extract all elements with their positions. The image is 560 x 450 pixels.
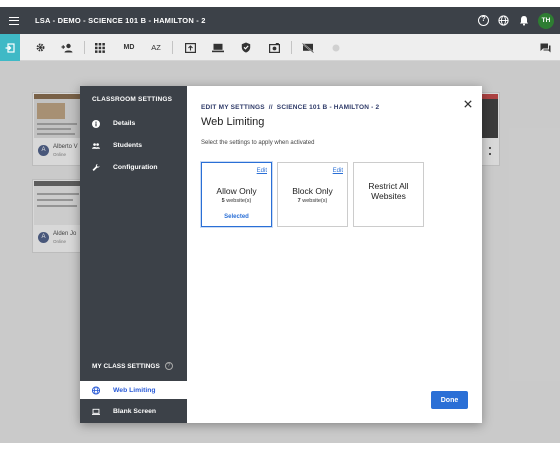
disabled-tool-icon <box>330 42 342 53</box>
sidebar-item-label: Students <box>113 142 143 149</box>
info-icon <box>92 119 100 128</box>
option-count: 5 website(s) <box>221 198 252 204</box>
app-title: LSA - DEMO - SCIENCE 101 B - HAMILTON - … <box>35 16 206 25</box>
sidebar-item-label: Configuration <box>113 164 158 171</box>
blank-screen-off-icon[interactable] <box>302 42 314 53</box>
chat-icon[interactable] <box>539 42 551 53</box>
settings-gear-icon[interactable] <box>34 42 46 53</box>
breadcrumb: EDIT MY SETTINGS // SCIENCE 101 B - HAMI… <box>201 104 380 111</box>
globe-icon[interactable] <box>498 15 509 26</box>
sort-az-button[interactable]: AZ <box>150 42 162 53</box>
sidebar-item-students[interactable]: Students <box>80 137 187 154</box>
sidebar-item-configuration[interactable]: Configuration <box>80 159 187 176</box>
sidebar-item-blank-screen[interactable]: Blank Screen <box>80 403 187 420</box>
page-subtitle: Select the settings to apply when activa… <box>201 140 315 146</box>
app-window: LSA - DEMO - SCIENCE 101 B - HAMILTON - … <box>0 7 560 443</box>
top-bar: LSA - DEMO - SCIENCE 101 B - HAMILTON - … <box>0 7 560 34</box>
globe-icon <box>92 385 100 395</box>
settings-sidebar: CLASSROOM SETTINGS Details Students Conf… <box>80 86 187 423</box>
my-class-settings-heading: MY CLASS SETTINGS ? <box>92 362 173 370</box>
my-class-settings-label: MY CLASS SETTINGS <box>92 362 160 370</box>
shield-icon[interactable] <box>240 42 252 53</box>
user-avatar[interactable]: TH <box>538 12 554 29</box>
sidebar-item-label: Web Limiting <box>113 386 156 394</box>
help-icon[interactable]: ? <box>478 15 489 26</box>
sidebar-item-label: Details <box>113 120 136 127</box>
show-screen-icon[interactable] <box>212 42 224 53</box>
snapshot-camera-icon[interactable] <box>268 42 280 53</box>
option-title: Block Only <box>292 186 333 196</box>
sidebar-item-details[interactable]: Details <box>80 115 187 132</box>
grid-view-icon[interactable] <box>94 42 106 53</box>
option-title: Allow Only <box>216 186 257 196</box>
people-icon <box>92 142 100 150</box>
option-restrict-all[interactable]: Restrict All Websites <box>353 162 424 227</box>
sidebar-item-label: Blank Screen <box>113 408 157 415</box>
help-icon[interactable]: ? <box>164 362 173 370</box>
add-student-icon[interactable] <box>61 42 73 53</box>
option-allow-only[interactable]: Edit Allow Only 5 website(s) Selected <box>201 162 272 227</box>
laptop-icon <box>92 408 100 416</box>
option-count: 7 website(s) <box>297 198 328 204</box>
push-screen-icon[interactable] <box>184 42 196 53</box>
wrench-icon <box>92 163 100 172</box>
exit-icon <box>5 42 15 53</box>
done-button[interactable]: Done <box>431 391 468 409</box>
option-block-only[interactable]: Edit Block Only 7 website(s) <box>277 162 348 227</box>
close-icon[interactable] <box>463 99 473 109</box>
thumbnail-size-button[interactable]: MD <box>123 42 135 53</box>
selected-label: Selected <box>224 214 249 220</box>
exit-class-button[interactable] <box>0 34 20 61</box>
settings-content: EDIT MY SETTINGS // SCIENCE 101 B - HAMI… <box>187 86 482 423</box>
page-title: Web Limiting <box>201 116 265 128</box>
sidebar-heading: CLASSROOM SETTINGS <box>92 96 173 103</box>
edit-block-link[interactable]: Edit <box>333 168 343 174</box>
classroom-settings-modal: CLASSROOM SETTINGS Details Students Conf… <box>80 86 482 423</box>
option-title: Restrict All Websites <box>368 181 409 201</box>
toolbar: MD AZ <box>0 34 560 61</box>
sidebar-item-web-limiting[interactable]: Web Limiting <box>80 381 187 399</box>
edit-allow-link[interactable]: Edit <box>257 168 267 174</box>
bell-icon[interactable] <box>518 15 529 26</box>
top-bar-actions: ? TH <box>478 7 554 34</box>
hamburger-menu-icon[interactable] <box>0 7 28 34</box>
